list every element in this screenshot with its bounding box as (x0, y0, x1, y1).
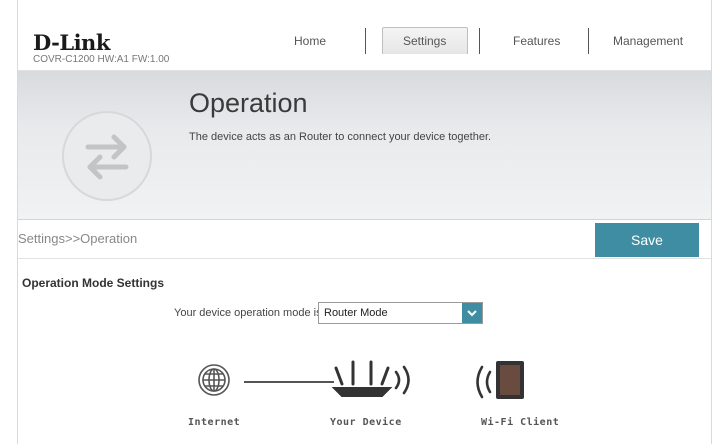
internet-label: Internet (188, 417, 241, 428)
save-button[interactable]: Save (595, 223, 699, 257)
breadcrumb: Settings>>Operation (18, 231, 138, 246)
nav-separator (479, 28, 480, 54)
nav-features[interactable]: Features (513, 34, 560, 48)
router-icon (331, 360, 393, 397)
dlink-logo: D-Link (33, 30, 110, 55)
wifi-client-label: Wi-Fi Client (481, 417, 560, 428)
nav-settings[interactable]: Settings (403, 34, 446, 48)
nav-separator (365, 28, 366, 54)
page-frame: D-Link COVR-C1200 HW:A1 FW:1.00 Home Set… (17, 0, 712, 444)
chevron-down-icon[interactable] (462, 303, 482, 323)
operation-mode-value: Router Mode (324, 307, 388, 319)
operation-mode-select[interactable]: Router Mode (318, 302, 483, 324)
breadcrumb-bar: Settings>>Operation Save (18, 220, 711, 259)
wifi-signal-icon (476, 365, 492, 399)
globe-icon (198, 364, 230, 396)
page-description: The device acts as an Router to connect … (189, 131, 492, 143)
nav-separator (588, 28, 589, 54)
page-banner: Operation The device acts as an Router t… (18, 71, 711, 220)
page-title: Operation (189, 88, 308, 118)
tablet-icon (496, 361, 524, 399)
operation-mode-label: Your device operation mode is: (174, 307, 325, 319)
section-title: Operation Mode Settings (22, 276, 165, 290)
wifi-signal-icon (394, 365, 410, 395)
model-info: COVR-C1200 HW:A1 FW:1.00 (33, 54, 170, 65)
nav-home[interactable]: Home (294, 34, 326, 48)
swap-arrows-icon (62, 111, 152, 201)
top-header: D-Link COVR-C1200 HW:A1 FW:1.00 Home Set… (18, 0, 711, 71)
nav-management[interactable]: Management (613, 34, 683, 48)
topology-diagram: Internet Your Device Wi-Fi Client (18, 350, 711, 440)
device-label: Your Device (330, 417, 402, 428)
